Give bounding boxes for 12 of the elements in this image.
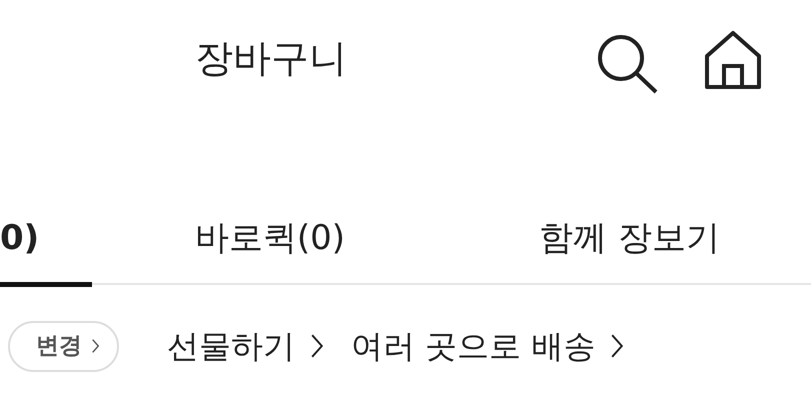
tab[interactable]: 바로퀵(0) (92, 125, 448, 287)
tab[interactable]: 함께 장보기 (448, 125, 811, 287)
link[interactable]: 여러 곳으로 배송 (351, 322, 624, 370)
home-icon[interactable] (703, 30, 763, 90)
change-button[interactable]: 변경 (8, 321, 119, 372)
link[interactable]: 선물하기 (167, 322, 323, 370)
chevron-right-icon (92, 339, 99, 354)
chevron-right-icon (311, 333, 323, 360)
tab[interactable]: 0) (0, 125, 92, 287)
chevron-right-icon (611, 333, 624, 360)
search-icon[interactable] (595, 32, 659, 94)
page-title: 장바구니 (195, 36, 347, 82)
